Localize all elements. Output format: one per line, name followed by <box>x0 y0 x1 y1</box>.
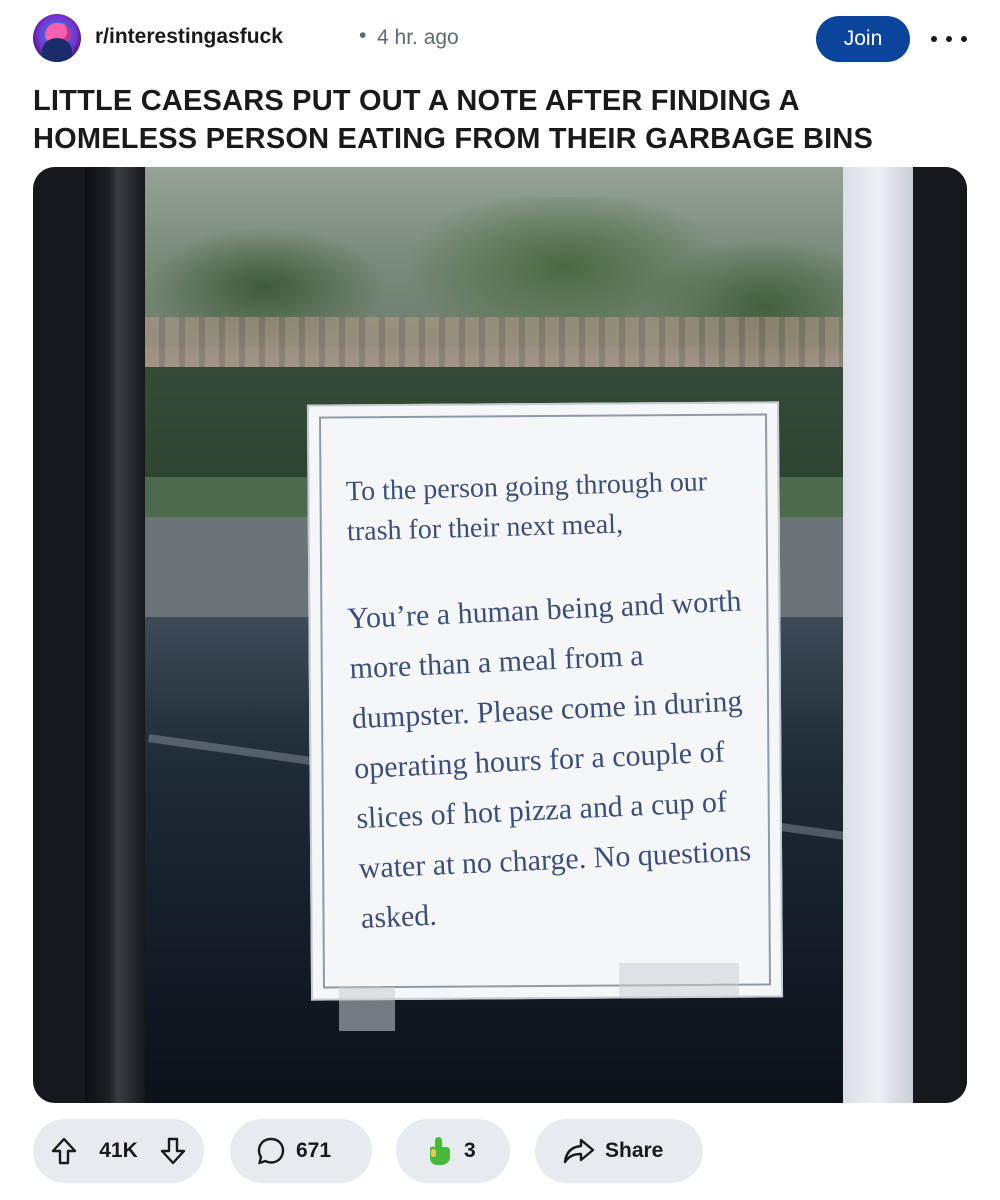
vote-control: 41K <box>33 1119 204 1183</box>
subreddit-avatar[interactable] <box>33 14 81 62</box>
note-text: To the person going through our trash fo… <box>345 466 752 945</box>
post-image[interactable]: To the person going through our trash fo… <box>33 167 967 1103</box>
speech-bubble-icon <box>256 1136 286 1166</box>
vote-count: 41K <box>99 1139 138 1162</box>
separator-dot: • <box>359 24 367 47</box>
post-time: 4 hr. ago <box>377 26 459 49</box>
join-button[interactable]: Join <box>816 16 910 62</box>
note-body: You’re a human being and worth more than… <box>346 584 752 936</box>
window-frame <box>85 167 145 1103</box>
award-button[interactable]: 3 <box>396 1119 510 1183</box>
note-greeting: To the person going through our trash fo… <box>345 466 708 548</box>
subreddit-name[interactable]: r/interestingasfuck <box>95 25 283 49</box>
pointing-hand-icon <box>424 1135 454 1167</box>
arrow-down-icon[interactable] <box>160 1137 186 1165</box>
award-count: 3 <box>464 1139 476 1162</box>
comments-button[interactable]: 671 <box>230 1119 372 1183</box>
comment-count: 671 <box>296 1139 332 1162</box>
more-options-button[interactable] <box>931 24 967 54</box>
tape <box>619 963 739 997</box>
post-title[interactable]: LITTLE CAESARS PUT OUT A NOTE AFTER FIND… <box>33 82 967 158</box>
head-silhouette-icon <box>42 38 72 62</box>
arrow-up-icon[interactable] <box>51 1137 77 1165</box>
ellipsis-icon <box>946 36 952 42</box>
paper-strip <box>843 167 913 1103</box>
ellipsis-icon <box>931 36 937 42</box>
photo-fence <box>145 317 913 367</box>
image-margin <box>913 167 967 1103</box>
share-label: Share <box>605 1139 664 1162</box>
posted-note: To the person going through our trash fo… <box>306 401 784 1001</box>
ellipsis-icon <box>961 36 967 42</box>
post-actions: 41K 671 3 Share <box>33 1119 967 1183</box>
share-arrow-icon <box>563 1137 595 1165</box>
share-button[interactable]: Share <box>535 1119 703 1183</box>
post-header: r/interestingasfuck • 4 hr. ago Join <box>33 14 967 66</box>
tape <box>339 987 395 1031</box>
